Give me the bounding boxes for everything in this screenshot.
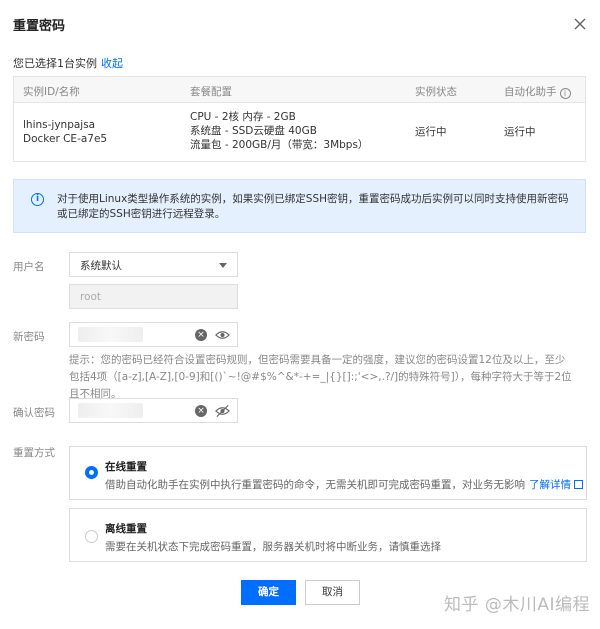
username-label: 用户名 <box>13 261 45 273</box>
confirm-password-input[interactable] <box>70 399 190 422</box>
option-online-title: 在线重置 <box>105 461 147 473</box>
config-cell: CPU - 2核 内存 - 2GB 系统盘 - SSD云硬盘 40GB 流量包 … <box>190 110 368 152</box>
instance-id: lhins-jynpajsa <box>23 119 96 131</box>
radio-offline-reset[interactable] <box>85 530 98 543</box>
caret-down-icon <box>219 263 227 268</box>
confirm-password-label: 确认密码 <box>13 407 55 419</box>
option-online-desc: 借助自动化助手在实例中执行重置密码的命令，无需关机即可完成密码重置，对业务无影响… <box>105 477 583 492</box>
reset-method-label: 重置方式 <box>13 447 55 459</box>
watermark: 知乎 @木川AI编程 <box>443 595 590 615</box>
radio-online-reset[interactable] <box>85 466 98 479</box>
new-password-input[interactable] <box>70 323 190 346</box>
info-icon: i <box>31 193 44 206</box>
selected-count-text: 您已选择1台实例 <box>13 57 97 70</box>
option-offline-desc: 需要在关机状态下完成密码重置，服务器关机时将中断业务，请慎重选择 <box>105 541 441 553</box>
username-input <box>70 285 237 308</box>
external-link-icon[interactable] <box>574 480 583 489</box>
confirm-password-field[interactable]: × <box>69 398 238 423</box>
confirm-button[interactable]: 确定 <box>241 580 296 605</box>
table-row: lhins-jynpajsa Docker CE-a7e5 CPU - 2核 内… <box>14 103 585 162</box>
instance-id-cell: lhins-jynpajsa Docker CE-a7e5 <box>23 118 107 146</box>
instance-table: 实例ID/名称 套餐配置 实例状态 自动化助手 i lhins-jynpajsa … <box>13 76 586 162</box>
eye-off-icon[interactable] <box>215 404 230 418</box>
config-disk: 系统盘 - SSD云硬盘 40GB <box>190 125 317 137</box>
header-instance-id: 实例ID/名称 <box>23 86 80 98</box>
cancel-button[interactable]: 取消 <box>305 580 360 605</box>
dialog-title: 重置密码 <box>13 19 66 34</box>
notice-text: 对于使用Linux类型操作系统的实例，如果实例已绑定SSH密钥，重置密码成功后实… <box>57 193 569 220</box>
instance-status: 运行中 <box>415 126 447 138</box>
eye-icon[interactable] <box>215 328 230 342</box>
option-offline-title: 离线重置 <box>105 523 147 535</box>
close-icon[interactable] <box>572 16 588 32</box>
username-select[interactable]: 系统默认 <box>69 252 238 277</box>
header-assistant-label: 自动化助手 <box>504 86 557 98</box>
password-hint: 提示：您的密码已经符合设置密码规则，但密码需要具备一定的强度，建议您的密码设置1… <box>69 354 572 400</box>
username-field <box>69 284 238 309</box>
new-password-field[interactable]: × <box>69 322 238 347</box>
header-status: 实例状态 <box>415 86 457 98</box>
config-traffic: 流量包 - 200GB/月（带宽：3Mbps） <box>190 139 369 151</box>
option-offline-reset[interactable]: 离线重置 需要在关机状态下完成密码重置，服务器关机时将中断业务，请慎重选择 <box>69 508 587 562</box>
header-config: 套餐配置 <box>190 86 232 98</box>
clear-icon[interactable]: × <box>195 405 207 417</box>
info-circle-icon[interactable]: i <box>559 88 571 99</box>
header-assistant: 自动化助手 i <box>504 84 571 99</box>
assistant-status: 运行中 <box>504 126 536 138</box>
username-select-value: 系统默认 <box>80 260 122 272</box>
table-header: 实例ID/名称 套餐配置 实例状态 自动化助手 i <box>14 77 585 103</box>
new-password-label: 新密码 <box>13 331 45 343</box>
clear-icon[interactable]: × <box>195 329 207 341</box>
option-online-reset[interactable]: 在线重置 借助自动化助手在实例中执行重置密码的命令，无需关机即可完成密码重置，对… <box>69 446 587 500</box>
config-cpu: CPU - 2核 内存 - 2GB <box>190 111 296 123</box>
collapse-link[interactable]: 收起 <box>101 57 123 70</box>
linux-ssh-notice: i 对于使用Linux类型操作系统的实例，如果实例已绑定SSH密钥，重置密码成功… <box>13 179 586 233</box>
selected-summary: 您已选择1台实例 收起 <box>13 55 123 71</box>
instance-name: Docker CE-a7e5 <box>23 133 108 145</box>
learn-more-link[interactable]: 了解详情 <box>529 479 571 491</box>
option-online-desc-text: 借助自动化助手在实例中执行重置密码的命令，无需关机即可完成密码重置，对业务无影响 <box>105 479 525 491</box>
